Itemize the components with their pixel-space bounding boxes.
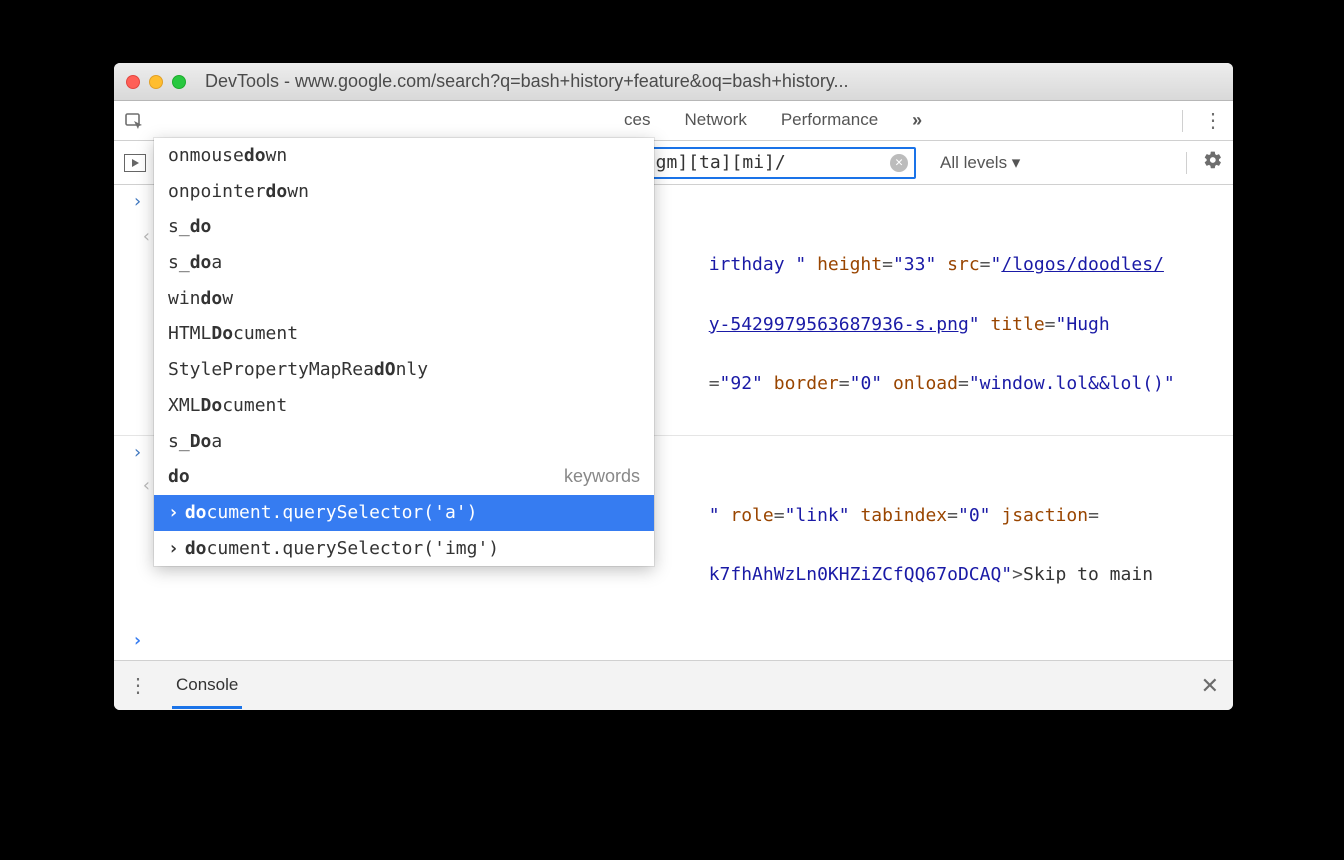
chevron-right-icon: ›: [132, 187, 152, 217]
drawer-menu-button[interactable]: ⋮: [128, 673, 148, 698]
autocomplete-item[interactable]: XMLDocument: [154, 388, 654, 424]
autocomplete-item[interactable]: HTMLDocument: [154, 316, 654, 352]
minimize-window-button[interactable]: [149, 75, 163, 89]
separator: [1186, 152, 1187, 174]
chevron-left-icon: ›: [132, 222, 152, 430]
autocomplete-item[interactable]: s_Doa: [154, 424, 654, 460]
autocomplete-item[interactable]: document.querySelector('img'): [154, 531, 654, 567]
drawer-tab-console[interactable]: Console: [172, 662, 242, 709]
zoom-window-button[interactable]: [172, 75, 186, 89]
chevron-right-icon: ›: [132, 626, 152, 660]
filter-value: /[gm][ta][mi]/: [634, 152, 890, 173]
close-window-button[interactable]: [126, 75, 140, 89]
console-prompt[interactable]: › document.querySelector('a'): [114, 622, 1233, 660]
chevron-right-icon: ›: [132, 438, 152, 468]
devtools-window: DevTools - www.google.com/search?q=bash+…: [114, 63, 1233, 710]
tab-performance[interactable]: Performance: [781, 110, 878, 131]
tabs-overflow-button[interactable]: »: [912, 110, 918, 131]
autocomplete-item[interactable]: onpointerdown: [154, 174, 654, 210]
tab-sources-partial[interactable]: ces: [624, 110, 650, 131]
autocomplete-item[interactable]: onmousedown: [154, 138, 654, 174]
autocomplete-item[interactable]: dokeywords: [154, 459, 654, 495]
console-filter-input[interactable]: /[gm][ta][mi]/ ✕: [626, 147, 916, 179]
autocomplete-item[interactable]: s_doa: [154, 245, 654, 281]
tab-network[interactable]: Network: [684, 110, 746, 131]
prompt-typed: do: [239, 659, 261, 660]
autocomplete-item[interactable]: StylePropertyMapReadOnly: [154, 352, 654, 388]
console-settings-icon[interactable]: [1203, 150, 1223, 175]
element-picker-icon[interactable]: [124, 111, 144, 131]
log-level-selector[interactable]: All levels ▾: [940, 153, 1020, 173]
autocomplete-item[interactable]: s_do: [154, 209, 654, 245]
titlebar: DevTools - www.google.com/search?q=bash+…: [114, 63, 1233, 101]
drawer: ⋮ Console ✕: [114, 660, 1233, 710]
clear-filter-icon[interactable]: ✕: [890, 154, 908, 172]
autocomplete-item[interactable]: window: [154, 281, 654, 317]
devtools-tabs: ces Network Performance » ⋮ onmousedowno…: [114, 101, 1233, 141]
autocomplete-popup: onmousedownonpointerdowns_dos_doawindowH…: [154, 138, 654, 566]
window-title: DevTools - www.google.com/search?q=bash+…: [205, 71, 1221, 92]
separator: [1182, 110, 1183, 132]
devtools-menu-button[interactable]: ⋮: [1203, 108, 1223, 133]
autocomplete-item[interactable]: document.querySelector('a'): [154, 495, 654, 531]
execution-context-button[interactable]: [124, 154, 146, 172]
chevron-left-icon: ›: [132, 471, 152, 619]
prompt-suggestion: cument.querySelector('a'): [261, 659, 532, 660]
close-drawer-icon[interactable]: ✕: [1201, 673, 1219, 699]
